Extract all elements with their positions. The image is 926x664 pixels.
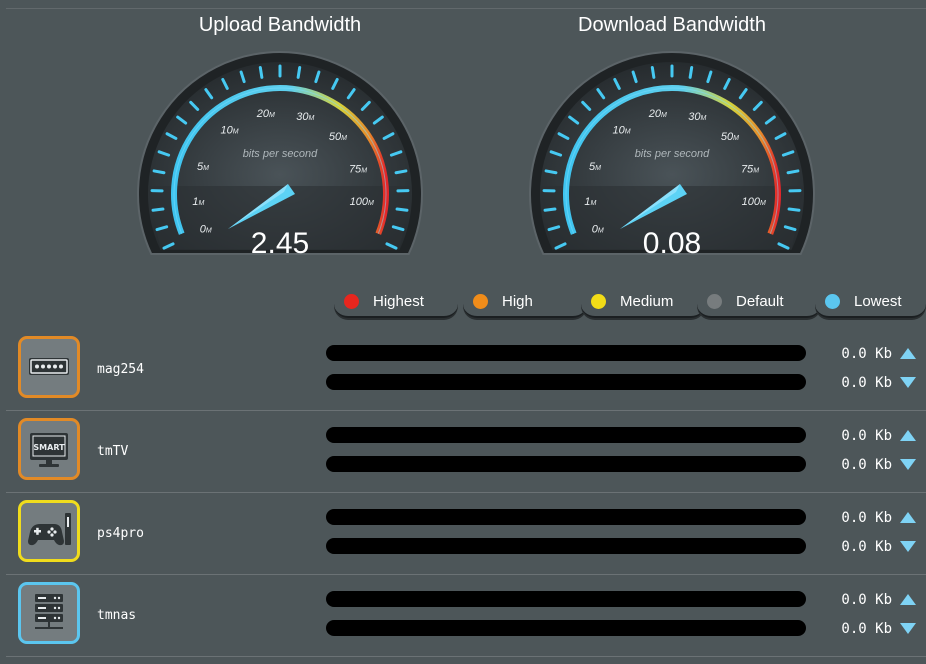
upload-rate: 0.0 Kb <box>841 592 892 608</box>
upload-arrow-icon <box>900 348 916 359</box>
upload-traffic-bar <box>326 509 806 525</box>
svg-text:bits per second: bits per second <box>635 148 710 160</box>
legend-medium-label: Medium <box>620 292 674 310</box>
legend-default: Default <box>697 286 821 318</box>
legend-medium-dot <box>591 293 606 309</box>
download-traffic-bar <box>326 374 806 390</box>
game-console-icon[interactable] <box>18 500 80 562</box>
device-row-mag254: mag254 0.0 Kb 0.0 Kb <box>6 328 926 411</box>
top-divider <box>6 8 926 9</box>
device-name: tmTV <box>97 444 129 459</box>
legend-medium: Medium <box>581 286 705 318</box>
device-name: ps4pro <box>97 526 144 541</box>
nas-server-icon[interactable] <box>18 582 80 644</box>
download-rate: 0.0 Kb <box>841 539 892 555</box>
legend-high-dot <box>473 293 488 309</box>
download-rate: 0.0 Kb <box>841 375 892 391</box>
legend-highest-dot <box>344 293 359 309</box>
download-gauge-title: Download Bandwidth <box>578 14 766 36</box>
set-top-box-icon[interactable] <box>18 336 80 398</box>
upload-traffic-bar <box>326 345 806 361</box>
upload-rate: 0.0 Kb <box>841 346 892 362</box>
download-rate: 0.0 Kb <box>841 457 892 473</box>
download-arrow-icon <box>900 623 916 634</box>
download-arrow-icon <box>900 459 916 470</box>
device-row-ps4pro: ps4pro 0.0 Kb 0.0 Kb <box>6 492 926 575</box>
device-name: tmnas <box>97 608 137 623</box>
download-traffic-bar <box>326 456 806 472</box>
legend-high: High <box>463 286 587 318</box>
legend-high-label: High <box>502 292 533 310</box>
download-value: 0.08 <box>643 227 701 260</box>
upload-rate: 0.0 Kb <box>841 510 892 526</box>
upload-arrow-icon <box>900 594 916 605</box>
legend-lowest-label: Lowest <box>854 292 902 310</box>
upload-traffic-bar <box>326 591 806 607</box>
download-traffic-bar <box>326 538 806 554</box>
svg-text:bits per second: bits per second <box>243 148 318 160</box>
legend-lowest-dot <box>825 293 840 309</box>
upload-arrow-icon <box>900 430 916 441</box>
download-gauge: 0M 1M 5M 10M 20M 30M 50M 75M 100M bits per second… <box>527 44 817 276</box>
download-rate: 0.0 Kb <box>841 621 892 637</box>
device-row-tmnas: tmnas 0.0 Kb 0.0 Kb <box>6 574 926 657</box>
legend-highest-label: Highest <box>373 292 424 310</box>
upload-traffic-bar <box>326 427 806 443</box>
upload-gauge-title: Upload Bandwidth <box>198 14 362 36</box>
legend-default-label: Default <box>736 292 784 310</box>
upload-value: 2.45 <box>251 227 309 260</box>
legend-highest: Highest <box>334 286 458 318</box>
upload-arrow-icon <box>900 512 916 523</box>
download-arrow-icon <box>900 377 916 388</box>
device-name: mag254 <box>97 362 144 377</box>
upload-rate: 0.0 Kb <box>841 428 892 444</box>
legend-lowest: Lowest <box>815 286 926 318</box>
smart-tv-label: SMART <box>33 443 65 452</box>
upload-gauge: 0M 1M 5M 10M 20M 30M 50M 75M 100M bits per second… <box>135 44 425 276</box>
smart-tv-icon[interactable]: SMART <box>18 418 80 480</box>
download-traffic-bar <box>326 620 806 636</box>
legend-default-dot <box>707 293 722 309</box>
download-arrow-icon <box>900 541 916 552</box>
device-row-tmtv: SMART tmTV 0.0 Kb 0.0 Kb <box>6 410 926 493</box>
